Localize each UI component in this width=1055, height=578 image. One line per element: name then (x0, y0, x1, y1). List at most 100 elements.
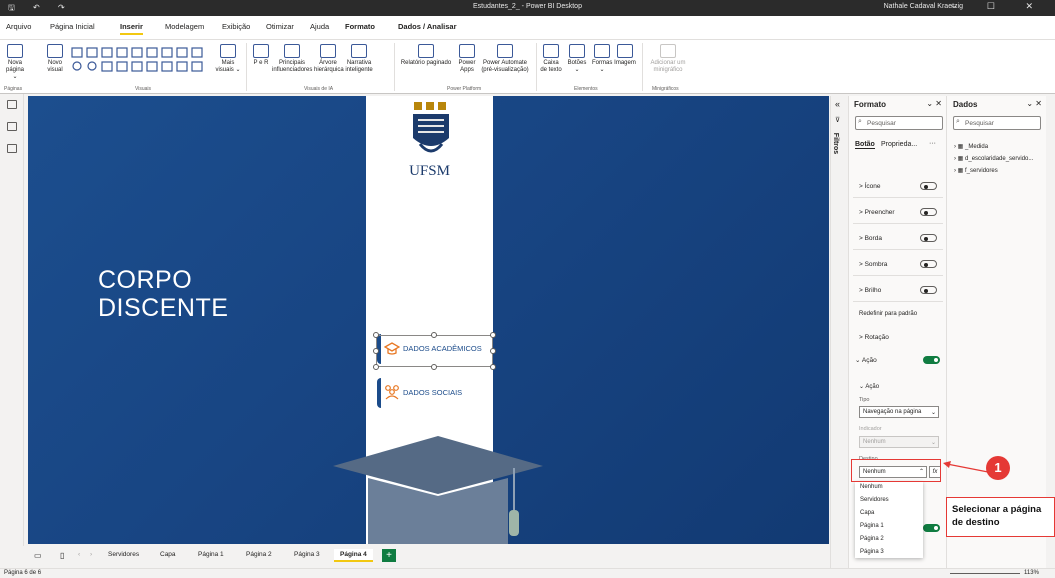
page-tab[interactable]: Página 1 (198, 551, 224, 558)
more-options-icon[interactable]: ··· (482, 325, 490, 334)
tab-exibicao[interactable]: Exibição (222, 22, 250, 31)
indicator-dropdown: Nenhum ⌄ (859, 436, 939, 448)
table-measure[interactable]: › ▦ _Medida (954, 143, 988, 150)
dropdown-option[interactable]: Nenhum (860, 484, 883, 490)
format-pane-controls[interactable]: ⌄ ✕ (926, 99, 942, 108)
visual-type-icons (71, 47, 203, 72)
image-button[interactable]: Imagem (614, 44, 636, 67)
resize-handle[interactable] (490, 348, 496, 354)
tab-formato[interactable]: Formato (345, 22, 375, 31)
resize-handle[interactable] (490, 364, 496, 370)
power-apps-button[interactable]: Power Apps (456, 44, 478, 74)
text-box-button[interactable]: Caixa de texto (540, 44, 562, 74)
toggle-on[interactable] (923, 524, 940, 532)
dropdown-option[interactable]: Servidores (860, 497, 889, 503)
report-canvas[interactable]: CORPO DISCENTE UFSM DADOS ACADÊMICOS DADO… (28, 96, 829, 544)
buttons-button[interactable]: Botões ⌄ (566, 44, 588, 74)
page-tab[interactable]: Capa (160, 551, 176, 558)
data-pane-controls[interactable]: ⌄ ✕ (1026, 99, 1042, 108)
table-f-servidores[interactable]: › ▦ f_servidores (954, 167, 998, 174)
group-label: Elementos (574, 86, 598, 92)
qa-button[interactable]: P e R (252, 44, 270, 67)
dropdown-option[interactable]: Capa (860, 510, 874, 516)
dropdown-option[interactable]: Página 1 (860, 523, 884, 529)
toggle[interactable] (920, 208, 937, 216)
group-label: Páginas (4, 86, 23, 92)
page-tab[interactable]: Servidores (108, 551, 139, 558)
page-count: Página 6 de 6 (4, 570, 42, 576)
type-dropdown[interactable]: Navegação na página ⌄ (859, 406, 939, 418)
destination-options-list: Nenhum Servidores Capa Página 1 Página 2… (855, 482, 923, 558)
page-tab[interactable]: Página 3 (294, 551, 320, 558)
search-icon: ⌕ (956, 118, 960, 125)
tab-inserir[interactable]: Inserir (120, 22, 143, 35)
format-search-input[interactable]: Pesquisar (855, 116, 943, 130)
dropdown-option[interactable]: Página 2 (860, 536, 884, 542)
filters-pane-collapsed[interactable]: « ⊽ Filtros (830, 96, 848, 568)
reset-to-default-link[interactable]: Redefinir para padrão (859, 311, 917, 317)
format-row-icon[interactable]: > Ícone (853, 174, 943, 198)
mobile-layout-icon[interactable]: ▯ (60, 551, 64, 560)
table-view-icon[interactable] (7, 122, 17, 131)
window-controls[interactable]: – ☐ ✕ (951, 1, 1047, 12)
ribbon-divider (642, 43, 643, 91)
page-tab[interactable]: Página 2 (246, 551, 272, 558)
add-sparkline-button[interactable]: Adicionar um minigráfico (646, 44, 690, 74)
action-toggle[interactable] (923, 356, 940, 364)
resize-handle[interactable] (373, 348, 379, 354)
tab-otimizar[interactable]: Otimizar (266, 22, 294, 31)
action-section[interactable]: ⌄ Ação (855, 356, 877, 364)
smart-narrative-button[interactable]: Narrativa inteligente (344, 44, 374, 74)
scroll-right-icon[interactable]: › (90, 551, 92, 558)
collapse-icon[interactable]: « (835, 99, 840, 109)
rotation-section[interactable]: > Rotação (859, 334, 889, 341)
action-subsection[interactable]: ⌄ Ação (859, 383, 879, 390)
add-page-button[interactable]: + (382, 549, 396, 562)
power-automate-button[interactable]: Power Automate (pré-visualização) (480, 44, 530, 74)
shapes-button[interactable]: Formas ⌄ (592, 44, 612, 74)
toggle[interactable] (920, 182, 937, 190)
new-page-icon (7, 44, 23, 58)
scroll-left-icon[interactable]: ‹ (78, 551, 80, 558)
dropdown-option[interactable]: Página 3 (860, 549, 884, 555)
tab-visual[interactable]: Botão (855, 141, 875, 149)
page-tab-active[interactable]: Página 4 (334, 549, 373, 562)
visuals-gallery[interactable] (70, 46, 210, 76)
toggle[interactable] (920, 260, 937, 268)
resize-handle[interactable] (373, 364, 379, 370)
highlight-box (851, 459, 941, 482)
resize-handle[interactable] (373, 332, 379, 338)
social-data-button[interactable]: DADOS SOCIAIS (377, 378, 486, 408)
desktop-layout-icon[interactable]: ▭ (34, 551, 42, 560)
resize-handle[interactable] (490, 332, 496, 338)
report-view-icon[interactable] (7, 100, 17, 109)
tab-properties[interactable]: Proprieda... (881, 141, 917, 148)
tab-pagina-inicial[interactable]: Página Inicial (50, 22, 95, 31)
selection-frame[interactable]: ··· (373, 325, 496, 370)
table-d-escolaridade[interactable]: › ▦ d_escolaridade_servido... (954, 155, 1033, 162)
tab-arquivo[interactable]: Arquivo (6, 22, 31, 31)
more-options-icon[interactable]: ··· (929, 140, 936, 147)
more-visuals-button[interactable]: Mais visuais ⌄ (215, 44, 241, 74)
format-row-glow[interactable]: > Brilho (853, 278, 943, 302)
new-page-button[interactable]: Nova página ⌄ (4, 44, 26, 81)
model-view-icon[interactable] (7, 144, 17, 153)
format-row-fill[interactable]: > Preencher (853, 200, 943, 224)
new-visual-button[interactable]: Novo visual (44, 44, 66, 74)
tab-ajuda[interactable]: Ajuda (310, 22, 329, 31)
step-badge: 1 (986, 456, 1010, 480)
status-bar: Página 6 de 6 113% (0, 568, 1055, 578)
toggle[interactable] (920, 286, 937, 294)
format-row-shadow[interactable]: > Sombra (853, 252, 943, 276)
data-search-input[interactable]: Pesquisar (953, 116, 1041, 130)
resize-handle[interactable] (431, 364, 437, 370)
resize-handle[interactable] (431, 332, 437, 338)
tab-dados-analisar[interactable]: Dados / Analisar (398, 22, 457, 31)
toggle[interactable] (920, 234, 937, 242)
decomposition-tree-button[interactable]: Árvore hierárquica (314, 44, 344, 74)
key-influencers-button[interactable]: Principais influenciadores (272, 44, 312, 74)
zoom-slider[interactable] (950, 573, 1020, 574)
format-row-border[interactable]: > Borda (853, 226, 943, 250)
paginated-report-button[interactable]: Relatório paginado (398, 44, 454, 67)
tab-modelagem[interactable]: Modelagem (165, 22, 204, 31)
